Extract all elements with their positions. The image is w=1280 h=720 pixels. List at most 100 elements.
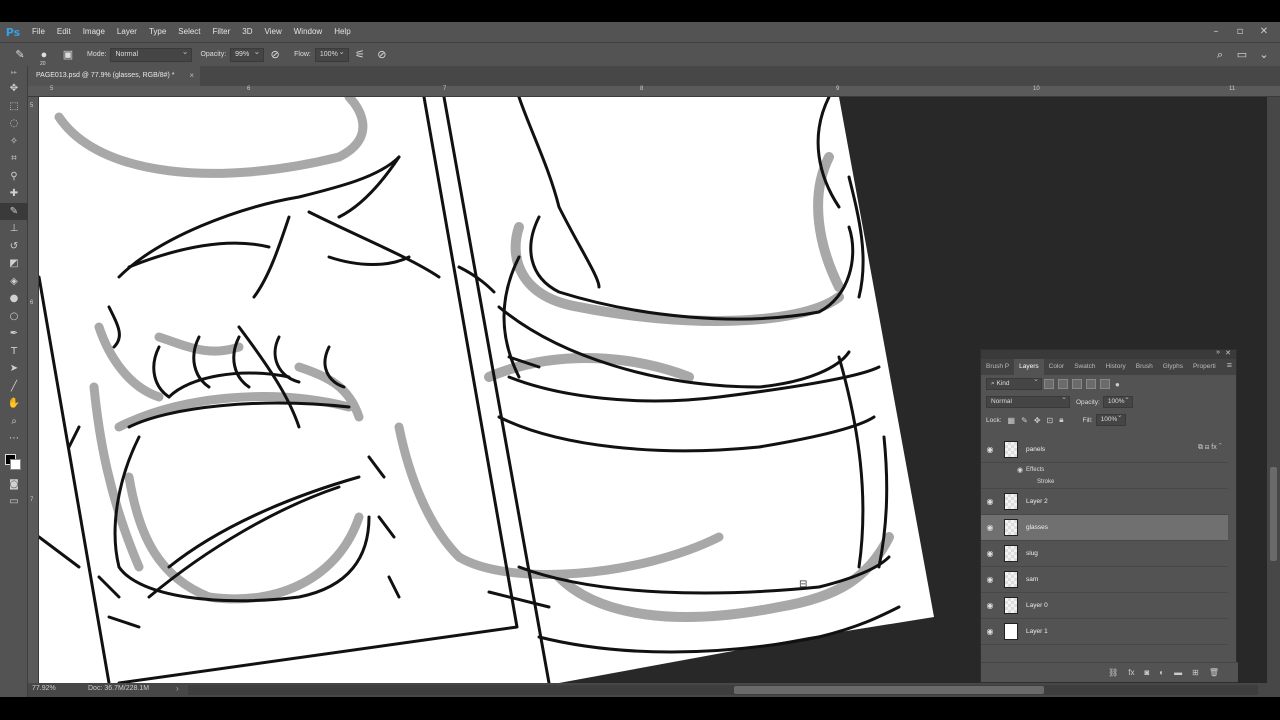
menu-select[interactable]: Select [172,22,206,42]
tab-history[interactable]: History [1101,359,1131,375]
tab-glyphs[interactable]: Glyphs [1158,359,1188,375]
maximize-icon[interactable]: ▫ [1228,22,1252,42]
healing-brush-tool-icon[interactable]: ✚ [0,185,28,203]
link-layers-icon[interactable]: ⛓ [1108,668,1118,677]
adjustment-layer-icon[interactable]: ◐ [1159,668,1164,677]
mode-select[interactable]: Normal [110,46,193,62]
quick-mask-icon[interactable]: ◙ [0,476,28,494]
eyedropper-tool-icon[interactable]: ⚲ [0,168,28,186]
close-panel-icon[interactable]: ✕ [1225,349,1231,357]
visibility-eye-icon[interactable]: ◉ [981,523,999,532]
dodge-tool-icon[interactable]: ○ [0,308,28,326]
horizontal-scroll-thumb[interactable] [734,686,1044,694]
type-tool-icon[interactable]: T [0,343,28,361]
lock-all-icon[interactable]: 🔒︎ [1059,415,1063,425]
status-menu-icon[interactable]: › [176,684,179,693]
search-icon[interactable]: ⌕ [1212,47,1228,63]
pen-tool-icon[interactable]: ✒ [0,325,28,343]
lock-position-icon[interactable]: ✥ [1034,416,1041,425]
visibility-eye-icon[interactable]: ◉ [981,601,999,610]
lasso-tool-icon[interactable]: ◌ [0,115,28,133]
workspace-menu-icon[interactable]: ⌄ [1256,47,1272,63]
screen-mode-icon[interactable]: ▭ [0,493,28,511]
clone-stamp-tool-icon[interactable]: ⊥ [0,220,28,238]
workspace-icon[interactable]: ▭ [1234,47,1250,63]
layer-row-panels[interactable]: ◉ panels ⧉ ⊟ fx ⌃ [981,437,1228,463]
line-tool-icon[interactable]: ╱ [0,378,28,396]
menu-3d[interactable]: 3D [236,22,258,42]
shape-filter-icon[interactable] [1086,379,1096,389]
lock-image-icon[interactable]: ✎ [1021,416,1028,425]
vertical-scroll-thumb[interactable] [1270,467,1277,561]
effects-eye-icon[interactable]: ◉ [1014,466,1026,474]
blur-tool-icon[interactable]: ● [0,290,28,308]
new-group-icon[interactable]: ▬ [1174,668,1182,677]
tab-brush-presets[interactable]: Brush P [981,359,1014,375]
fill-field[interactable]: 100% [1095,411,1126,426]
flow-field[interactable]: 100% [314,46,349,62]
menu-image[interactable]: Image [77,22,111,42]
add-mask-icon[interactable]: ◙ [1144,668,1149,677]
tab-brush[interactable]: Brush [1131,359,1158,375]
delete-layer-icon[interactable]: 🗑︎ [1209,668,1219,677]
menu-help[interactable]: Help [328,22,356,42]
opacity-field[interactable]: 99% [230,46,265,62]
brush-tool-preset-icon[interactable]: ✎ [12,47,28,63]
visibility-eye-icon[interactable]: ◉ [981,497,999,506]
collapse-panel-icon[interactable]: » [1216,349,1220,356]
kind-filter-select[interactable]: ⌕ Kind [986,375,1042,390]
stroke-effect-row[interactable]: Stroke [981,476,1228,489]
crop-tool-icon[interactable]: ⌗ [0,150,28,168]
menu-edit[interactable]: Edit [51,22,77,42]
tab-layers[interactable]: Layers [1014,359,1044,375]
menu-window[interactable]: Window [288,22,328,42]
close-window-icon[interactable]: ✕ [1252,22,1276,42]
vertical-scrollbar[interactable] [1267,97,1280,683]
layer-row-glasses[interactable]: ◉ glasses [981,515,1228,541]
new-layer-icon[interactable]: ⊞ [1192,668,1199,677]
paint-bucket-tool-icon[interactable]: ◈ [0,273,28,291]
lock-artboard-icon[interactable]: ⊡ [1047,416,1054,425]
visibility-eye-icon[interactable]: ◉ [981,549,999,558]
panel-menu-icon[interactable]: ≡ [1227,360,1232,370]
blend-mode-select[interactable]: Normal [986,393,1070,408]
menu-type[interactable]: Type [143,22,172,42]
toolbar-grip-icon[interactable]: ▸▸ [0,66,28,80]
smart-object-filter-icon[interactable] [1100,379,1110,389]
pixel-filter-icon[interactable] [1044,379,1054,389]
more-tools-icon[interactable]: ⋯ [0,430,28,448]
quick-select-tool-icon[interactable]: ✧ [0,133,28,151]
horizontal-scrollbar[interactable] [188,685,1258,695]
adjustment-filter-icon[interactable] [1058,379,1068,389]
move-tool-icon[interactable]: ✥ [0,80,28,98]
eraser-tool-icon[interactable]: ◩ [0,255,28,273]
menu-view[interactable]: View [259,22,288,42]
airbrush-icon[interactable]: ⚟ [352,47,368,63]
brush-panel-toggle-icon[interactable]: ▣ [60,47,76,63]
visibility-eye-icon[interactable]: ◉ [981,627,999,636]
layer-row-layer-2[interactable]: ◉ Layer 2 [981,489,1228,515]
type-filter-icon[interactable] [1072,379,1082,389]
brush-size-picker[interactable]: ● 20 [34,47,54,67]
zoom-tool-icon[interactable]: ⌕ [0,413,28,431]
visibility-eye-icon[interactable]: ◉ [981,575,999,584]
tab-color[interactable]: Color [1044,359,1070,375]
menu-file[interactable]: File [26,22,51,42]
close-tab-icon[interactable]: × [189,66,194,86]
layer-fx-icon[interactable]: ⧉ ⊟ fx ⌃ [1198,444,1222,452]
color-swatches[interactable] [0,448,28,476]
menu-layer[interactable]: Layer [111,22,143,42]
pressure-size-icon[interactable]: ⊘ [374,47,390,63]
layer-row-slug[interactable]: ◉ slug [981,541,1228,567]
visibility-eye-icon[interactable]: ◉ [981,445,999,454]
layer-row-layer-1[interactable]: ◉ Layer 1 [981,619,1228,645]
zoom-level[interactable]: 77.92% [32,685,56,692]
effects-row[interactable]: ◉ Effects [981,463,1228,476]
brush-tool-icon[interactable]: ✎ [0,202,28,220]
layer-opacity-field[interactable]: 100% [1102,393,1133,408]
hand-tool-icon[interactable]: ✋ [0,395,28,413]
tab-swatches[interactable]: Swatch [1069,359,1100,375]
document-tab[interactable]: PAGE013.psd @ 77.9% (glasses, RGB/8#) * … [28,66,200,86]
filter-toggle-icon[interactable]: ● [1115,380,1120,389]
tab-properties[interactable]: Properti [1188,359,1221,375]
